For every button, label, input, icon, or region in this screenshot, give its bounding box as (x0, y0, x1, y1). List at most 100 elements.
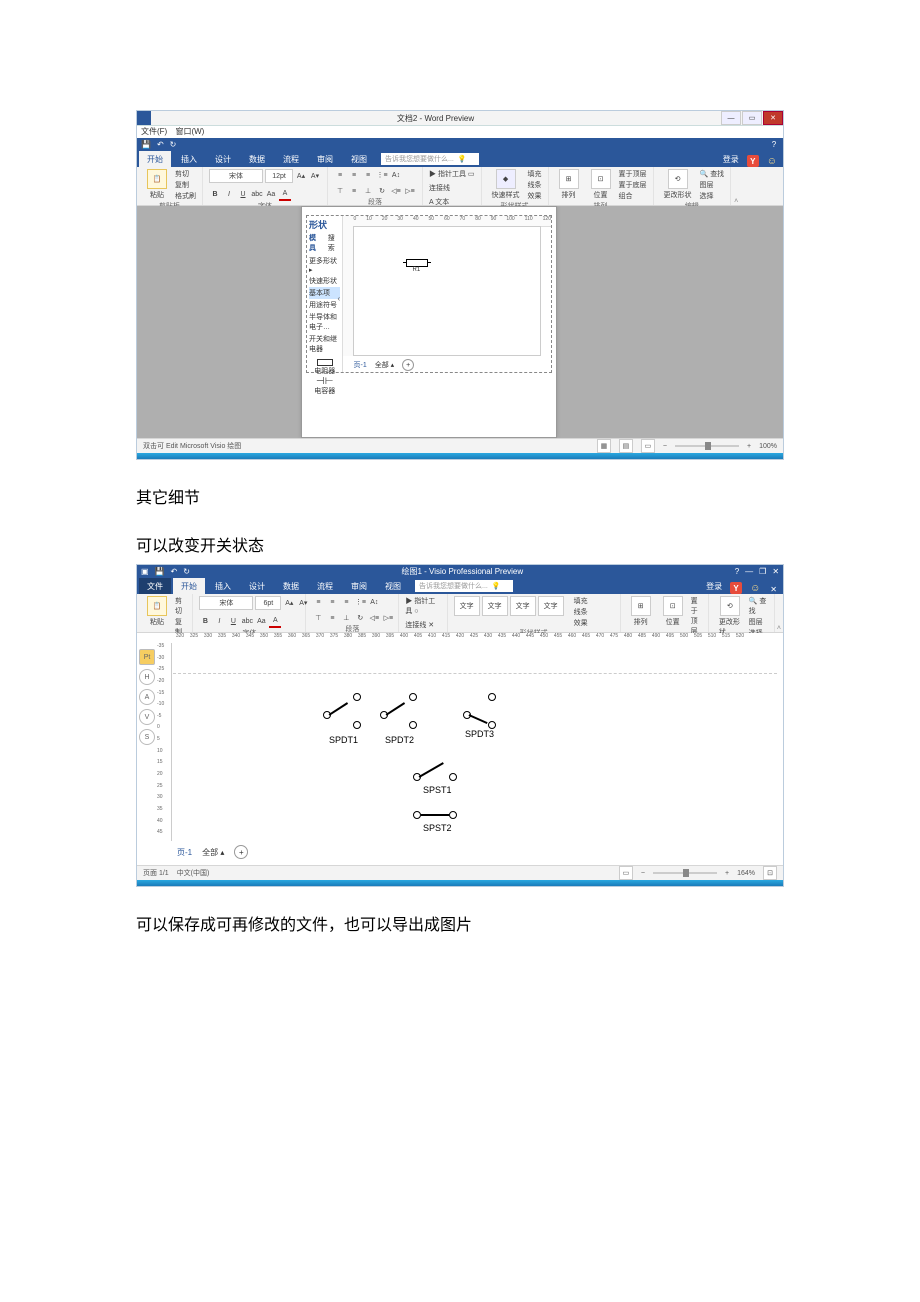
tab-view[interactable]: 视图 (343, 151, 375, 167)
tab-data[interactable]: 数据 (275, 578, 307, 594)
fit-window-icon[interactable]: ⊡ (763, 866, 777, 880)
indent-inc-icon[interactable]: ▷≡ (404, 185, 416, 197)
tab-home[interactable]: 开始 (173, 578, 205, 594)
group-button[interactable]: 组合 (619, 191, 647, 201)
tool-a[interactable]: A (139, 689, 155, 705)
undo-icon[interactable]: ↶ (171, 567, 178, 576)
switch-stencil[interactable]: 开关和继电器 (309, 333, 340, 355)
select-button[interactable]: 选择 (700, 191, 725, 201)
tell-me-input[interactable]: 告诉我您想要做什么... 💡 (381, 153, 479, 165)
capacitor-shape-item[interactable]: ⊣⊢ 电容器 (314, 378, 335, 396)
quick-styles-button[interactable]: ◆快速样式 (488, 169, 524, 200)
tab-design[interactable]: 设计 (207, 151, 239, 167)
visio-embedded-object[interactable]: 形状 模具 搜索 更多形状 ▸ 快速形状 基本项 用途符号 半导体和电子… 开关… (306, 215, 552, 373)
resistor-shape-item[interactable]: 电阻器 (314, 359, 335, 376)
spst2-node-a[interactable] (413, 811, 421, 819)
more-shapes[interactable]: 更多形状 ▸ (309, 255, 340, 275)
valign-mid-icon[interactable]: ≡ (326, 612, 338, 624)
panel-collapse-icon[interactable]: ‹ (337, 294, 340, 303)
draw-stencil[interactable]: 用途符号 (309, 299, 340, 311)
strike-button[interactable]: abc (241, 615, 253, 627)
textsize-button[interactable]: Aa (265, 188, 277, 200)
zoom-slider[interactable] (675, 445, 739, 447)
spdt1-node-no[interactable] (353, 693, 361, 701)
underline-button[interactable]: U (227, 615, 239, 627)
font-size-select[interactable]: 12pt (265, 169, 293, 183)
tool-h[interactable]: H (139, 669, 155, 685)
view-single-icon[interactable]: ▦ (597, 439, 611, 453)
font-color-button[interactable]: A (279, 187, 291, 201)
textsize-button[interactable]: Aa (255, 615, 267, 627)
font-size-select[interactable]: 6pt (255, 596, 281, 610)
zoom-out-button[interactable]: − (663, 443, 667, 450)
line-button[interactable]: 线条 (528, 180, 542, 190)
tool-pointer[interactable]: Pt (139, 649, 155, 665)
quick-shapes[interactable]: 快速形状 (309, 275, 340, 287)
login-link[interactable]: 登录 (702, 579, 726, 594)
spdt3-lever[interactable] (469, 714, 488, 724)
word-menubar[interactable]: 文件(F) 窗口(W) (137, 126, 783, 138)
italic-button[interactable]: I (223, 188, 235, 200)
close-button[interactable]: ✕ (763, 111, 783, 125)
cut-button[interactable]: 剪切 (175, 596, 186, 616)
tab-review[interactable]: 审阅 (309, 151, 341, 167)
effects-button[interactable]: 效果 (574, 618, 588, 628)
spst1-lever[interactable] (419, 762, 444, 777)
indent-inc-icon[interactable]: ▷≡ (382, 612, 394, 624)
tab-view[interactable]: 视图 (377, 578, 409, 594)
tab-process[interactable]: 流程 (275, 151, 307, 167)
zoom-value[interactable]: 164% (737, 870, 755, 877)
help-icon[interactable]: ? (735, 567, 739, 576)
spacing-icon[interactable]: A↕ (368, 596, 380, 608)
view-web-icon[interactable]: ▭ (641, 439, 655, 453)
help-icon[interactable]: ? (769, 140, 779, 149)
basic-stencil[interactable]: 基本项 (309, 287, 340, 299)
tool-v[interactable]: V (139, 709, 155, 725)
valign-bot-icon[interactable]: ⊥ (340, 612, 352, 624)
align-button[interactable]: ⊞排列 (555, 169, 583, 200)
login-link[interactable]: 登录 (719, 152, 743, 167)
page-tab-1[interactable]: 页-1 (177, 847, 192, 858)
undo-icon[interactable]: ↶ (157, 140, 164, 149)
layer-button[interactable]: 图层 (749, 617, 768, 627)
maximize-button[interactable]: ▭ (742, 111, 762, 125)
spdt2-node-no[interactable] (409, 693, 417, 701)
italic-button[interactable]: I (213, 615, 225, 627)
indent-dec-icon[interactable]: ◁≡ (368, 612, 380, 624)
style-preset-2[interactable]: 文字 (482, 596, 508, 616)
page-tab-1[interactable]: 页-1 (353, 360, 366, 370)
copy-button[interactable]: 复制 (175, 180, 196, 190)
grow-font-button[interactable]: A▴ (295, 170, 307, 182)
bring-front-button[interactable]: 置于顶层 (691, 596, 702, 636)
tab-insert[interactable]: 插入 (207, 578, 239, 594)
change-shape-button[interactable]: ⟲更改形状 (715, 596, 745, 637)
tab-home[interactable]: 开始 (139, 151, 171, 167)
drawing-sheet[interactable]: SPDT1 SPDT2 SPDT3 SPST1 (173, 643, 777, 841)
menu-window[interactable]: 窗口(W) (175, 127, 204, 136)
paste-button[interactable]: 📋粘贴 (143, 596, 171, 627)
connector-tool[interactable]: 连接线 (429, 183, 450, 193)
collapse-ribbon-icon[interactable]: ˄ (775, 594, 783, 632)
add-page-button[interactable]: + (402, 359, 414, 371)
indent-dec-icon[interactable]: ◁≡ (390, 185, 402, 197)
y-icon[interactable]: Y (747, 155, 759, 167)
zoom-value[interactable]: 100% (759, 443, 777, 450)
align-center-icon[interactable]: ≡ (326, 596, 338, 608)
pointer-tool[interactable]: ▶ 指针工具 ▭ (429, 169, 475, 179)
position-button[interactable]: ⊡位置 (587, 169, 615, 200)
connector-tool[interactable]: 连接线 ✕ (405, 620, 434, 630)
bring-front-button[interactable]: 置于顶层 (619, 169, 647, 179)
resistor-shape[interactable] (406, 259, 428, 267)
all-pages[interactable]: 全部 ▴ (375, 360, 394, 370)
collapse-ribbon-icon[interactable]: ˄ (731, 167, 741, 205)
stencils-tab[interactable]: 模具 (309, 233, 322, 253)
shrink-font-button[interactable]: A▾ (309, 170, 321, 182)
save-icon[interactable]: 💾 (141, 140, 151, 149)
underline-button[interactable]: U (237, 188, 249, 200)
find-button[interactable]: 🔍 查找 (749, 596, 768, 616)
spdt2-lever[interactable] (386, 702, 405, 715)
pointer-tool[interactable]: ▶ 指针工具 ○ (405, 596, 440, 616)
find-button[interactable]: 🔍 查找 (700, 169, 725, 179)
spdt3-node-nc[interactable] (488, 721, 496, 729)
tab-design[interactable]: 设计 (241, 578, 273, 594)
